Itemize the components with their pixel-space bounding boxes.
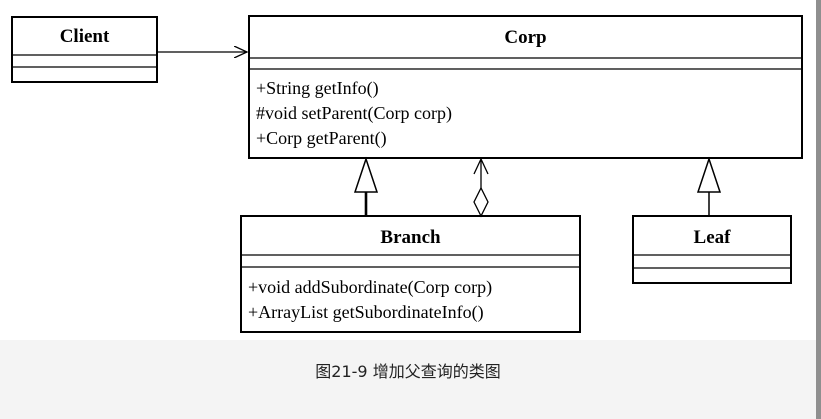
- right-border-bar: [816, 0, 821, 419]
- diagram-page: Client Corp +String getInfo() #void setP…: [0, 0, 821, 419]
- branch-method-get-subordinate-info: +ArrayList getSubordinateInfo(): [248, 302, 484, 323]
- branch-class-name: Branch: [380, 227, 441, 248]
- class-client: Client: [11, 16, 158, 83]
- generalization-leaf-corp: [696, 156, 722, 216]
- aggregation-diamond-icon: [473, 186, 489, 218]
- class-corp: Corp +String getInfo() #void setParent(C…: [248, 15, 803, 159]
- figure-caption: 图21-9 增加父查询的类图: [315, 362, 501, 381]
- branch-inheritance-triangle-icon: [353, 156, 379, 193]
- client-class-name: Client: [60, 26, 110, 47]
- leaf-class-name: Leaf: [694, 227, 732, 248]
- class-leaf: Leaf: [632, 215, 792, 284]
- corp-class-name: Corp: [504, 27, 546, 48]
- class-diagram: Client Corp +String getInfo() #void setP…: [11, 15, 803, 333]
- class-branch: Branch +void addSubordinate(Corp corp) +…: [240, 215, 581, 333]
- aggregation-branch-corp: [473, 157, 489, 218]
- leaf-inheritance-triangle-icon: [696, 156, 722, 193]
- generalization-branch-corp: [353, 156, 379, 216]
- branch-method-add-subordinate: +void addSubordinate(Corp corp): [248, 277, 492, 298]
- corp-method-set-parent: #void setParent(Corp corp): [256, 103, 452, 124]
- corp-method-get-parent: +Corp getParent(): [256, 128, 387, 149]
- corp-method-get-info: +String getInfo(): [256, 78, 379, 99]
